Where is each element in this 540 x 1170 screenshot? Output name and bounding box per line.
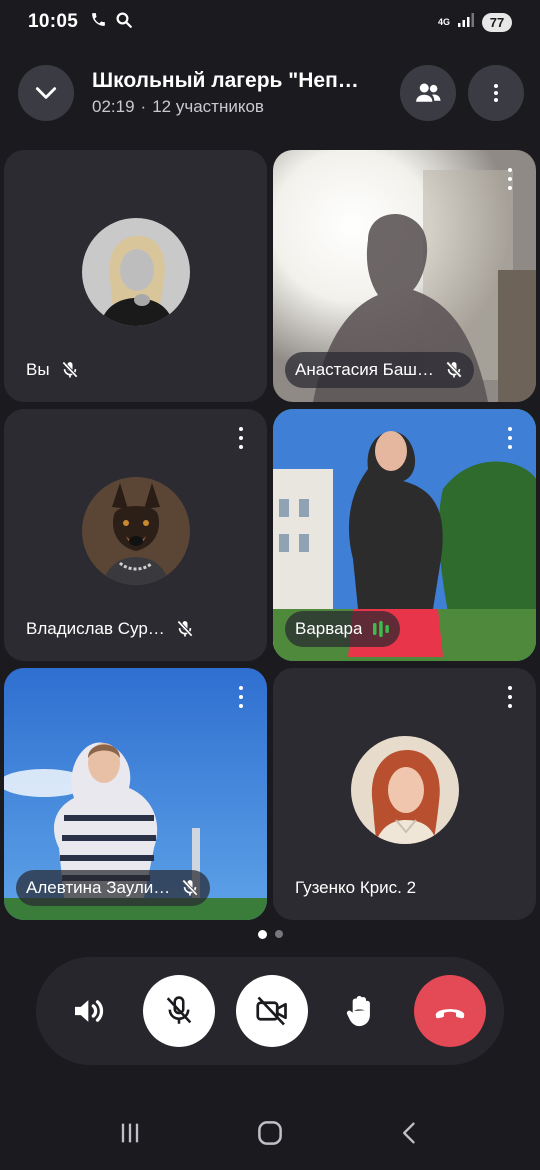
page-indicator [0,930,540,939]
mic-off-icon [176,620,193,637]
battery-indicator: 77 [482,12,512,32]
camera-toggle-button[interactable] [236,975,308,1047]
participant-count: 12 участников [152,97,264,116]
end-call-icon [435,1009,465,1019]
participant-name: Гузенко Крис. 2 [295,878,417,897]
call-controls [36,957,504,1065]
mic-off-icon [166,996,192,1024]
status-time: 10:05 [28,11,79,32]
avatar [81,477,190,585]
system-navigation-bar [0,1100,540,1170]
mic-off-icon [446,361,462,378]
call-info: Школьный лагерь "Неп… 02:19 · 12 участни… [92,69,390,117]
call-header: Школьный лагерь "Неп… 02:19 · 12 участни… [18,64,524,122]
more-vert-icon [494,84,498,102]
home-icon [258,1120,282,1145]
avatar [81,218,190,326]
tile-menu-button[interactable] [500,423,520,453]
speaker-icon [75,1000,104,1022]
chevron-down-icon [35,87,57,99]
people-icon [416,83,441,102]
back-icon [403,1122,415,1143]
participant-name: Вы [26,360,50,379]
camera-off-icon [256,996,287,1026]
search-icon [115,11,133,34]
participant-name-label: Вы [16,352,90,388]
participant-tile[interactable]: Алевтина Заули… [4,668,267,920]
mic-off-icon [182,879,199,896]
recent-apps-icon [121,1123,138,1142]
raise-hand-button[interactable] [329,975,393,1047]
participant-name-label: Владислав Сур… [16,611,205,647]
call-duration: 02:19 [92,97,135,116]
back-button[interactable] [396,1119,424,1152]
microphone-toggle-button[interactable] [143,975,215,1047]
call-title: Школьный лагерь "Неп… [92,69,359,92]
participant-tile[interactable]: Владислав Сур… [4,409,267,661]
participant-name-label: Варвара [285,611,401,647]
recent-apps-button[interactable] [116,1119,144,1152]
participant-tile-self[interactable]: Вы [4,150,267,402]
mic-off-icon [61,361,78,378]
network-type: 4G [437,16,450,27]
phone-icon [90,11,107,33]
participant-tile-active-speaker[interactable]: Варвара [273,409,536,661]
participants-button[interactable] [400,65,456,121]
avatar [350,736,459,844]
participant-name: Варвара [295,619,363,638]
raise-hand-icon [346,995,370,1027]
status-bar: 10:05 4G 77 [0,0,540,44]
tile-menu-button[interactable] [500,164,520,194]
page-dot-active[interactable] [257,930,267,939]
signal-icon [458,12,474,32]
participant-name-label: Алевтина Заули… [16,870,211,906]
home-button[interactable] [255,1118,285,1153]
tile-menu-button[interactable] [500,682,520,712]
end-call-button[interactable] [414,975,486,1047]
participant-name: Анастасия Баш… [295,360,434,379]
participant-name: Владислав Сур… [26,619,165,638]
participant-tile[interactable]: Анастасия Баш… [273,150,536,402]
audio-level-icon [373,621,390,637]
tile-menu-button[interactable] [231,423,251,453]
more-options-button[interactable] [468,65,524,121]
participant-name-label: Анастасия Баш… [285,352,474,388]
minimize-button[interactable] [18,65,74,121]
page-dot[interactable] [274,930,283,938]
speaker-button[interactable] [58,975,122,1047]
tile-menu-button[interactable] [231,682,251,712]
participant-tile[interactable]: Гузенко Крис. 2 [273,668,536,920]
participant-name-label: Гузенко Крис. 2 [285,870,426,906]
separator: · [140,97,147,116]
participant-name: Алевтина Заули… [26,878,171,897]
